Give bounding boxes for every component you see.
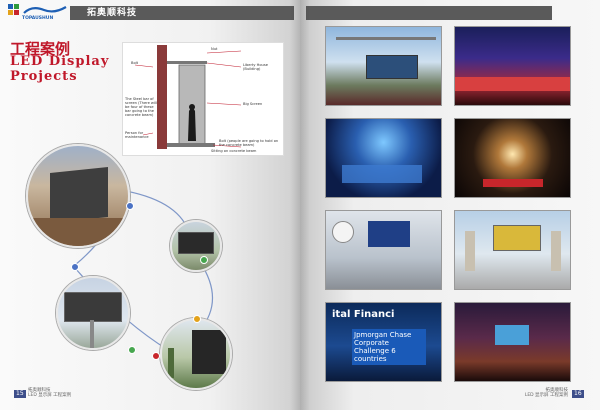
project-photo-financial-building: ital Financi Jpmorgan Chase Corporate Ch… xyxy=(325,302,442,382)
street-led-panel xyxy=(178,232,214,254)
page-number-right: 16 xyxy=(572,390,584,398)
footer-right: 拓奥顺科技 LED 显示屏 工程案例 xyxy=(518,388,568,398)
connector-dot xyxy=(128,346,136,354)
connector-dot xyxy=(71,263,79,271)
building-led-panel xyxy=(50,166,108,224)
outdoor-led-panel xyxy=(64,292,122,322)
project-photo-building-screen xyxy=(26,144,130,248)
stage-performers xyxy=(455,77,570,91)
connector-dot xyxy=(126,202,134,210)
project-photo-stage-outdoor xyxy=(325,26,442,106)
left-page: TOPAUSHUN 拓奥顺科技 工程案例 LED Display Project… xyxy=(0,0,300,410)
connector-dot xyxy=(152,352,160,360)
connector-dot xyxy=(193,315,201,323)
dome-led-wall xyxy=(342,165,422,183)
stage-led-panel xyxy=(366,55,418,79)
footer-left: 拓奥顺科技 LED 显示屏 工程案例 xyxy=(28,388,71,398)
gate-led-screen xyxy=(493,225,541,251)
right-page: ital Financi Jpmorgan Chase Corporate Ch… xyxy=(300,0,600,410)
project-photo-street-screen xyxy=(170,220,222,272)
project-photo-club-interior xyxy=(454,302,571,382)
gate-tower xyxy=(551,231,561,271)
hall-led-screen xyxy=(368,221,410,247)
project-photo-stage-concert xyxy=(454,26,571,106)
palm-tree xyxy=(168,348,174,378)
project-photo-park-screen xyxy=(160,318,232,390)
building-facade xyxy=(28,218,128,246)
building-sign-text: ital Financi xyxy=(332,309,395,320)
page-number-left: 15 xyxy=(14,390,26,398)
project-photo-outdoor-screen xyxy=(56,276,130,350)
project-photo-station-hall xyxy=(325,210,442,290)
brochure-spread: TOPAUSHUN 拓奥顺科技 工程案例 LED Display Project… xyxy=(0,0,600,410)
billboard-text: Jpmorgan Chase Corporate Challenge 6 cou… xyxy=(352,329,426,365)
park-led-panel xyxy=(192,330,226,374)
footer-left-line2: LED 显示屏 工程案例 xyxy=(28,393,72,398)
page-fold xyxy=(290,0,310,410)
project-photo-gate-screen xyxy=(454,210,571,290)
station-clock-icon xyxy=(332,221,354,243)
project-photo-dome-stage xyxy=(325,118,442,198)
connector-dot xyxy=(200,256,208,264)
project-photo-light-show xyxy=(454,118,571,198)
screen-pole xyxy=(90,320,94,348)
club-led-screen xyxy=(495,325,529,345)
stage-truss xyxy=(336,37,436,40)
gate-tower xyxy=(465,231,475,271)
header-bar-right xyxy=(306,6,552,20)
stage-front-lights xyxy=(483,179,543,187)
footer-right-line2: LED 显示屏 工程案例 xyxy=(524,393,568,398)
